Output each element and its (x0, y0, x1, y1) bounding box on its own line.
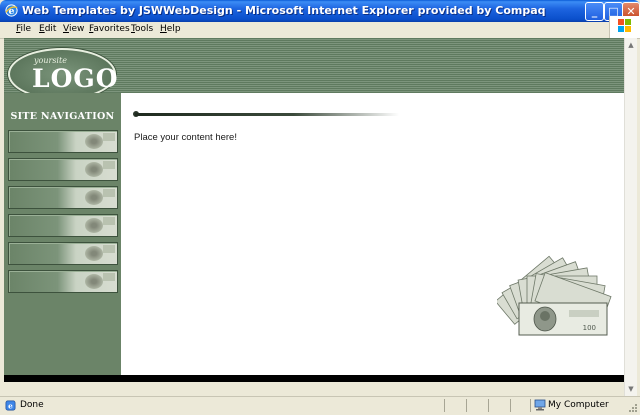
logo-text: LOGO (32, 64, 119, 93)
bill-portrait-icon (85, 218, 103, 233)
browser-viewport: yoursite LOGO SITE NAVIGATION Place your… (4, 38, 624, 382)
menu-edit[interactable]: Edit (39, 24, 56, 34)
window-title: Web Templates by JSWWebDesign - Microsof… (22, 4, 546, 17)
status-divider (488, 399, 489, 412)
bill-portrait-icon (85, 134, 103, 149)
page-header: yoursite LOGO (4, 38, 624, 100)
my-computer-icon (534, 399, 546, 411)
bill-number-icon (103, 161, 115, 169)
title-bar: e Web Templates by JSWWebDesign - Micros… (0, 0, 640, 22)
zone-text: My Computer (548, 400, 609, 410)
nav-title: SITE NAVIGATION (10, 111, 115, 122)
status-bar: e Done My Computer (0, 396, 640, 415)
money-fan-image: 100 (497, 255, 612, 336)
scroll-down-icon[interactable]: ▼ (626, 384, 636, 394)
main-content: Place your content here! 100 (121, 93, 624, 375)
menu-bar: File Edit View Favorites Tools Help (0, 22, 640, 39)
divider-line (135, 113, 399, 116)
status-divider (530, 399, 531, 412)
nav-button-5[interactable] (8, 242, 118, 265)
bill-portrait-icon (85, 246, 103, 261)
ie-logo-icon: e (5, 4, 18, 17)
status-divider (510, 399, 511, 412)
status-divider (466, 399, 467, 412)
status-divider (444, 399, 445, 412)
status-text: Done (20, 400, 44, 410)
content-text: Place your content here! (134, 132, 237, 143)
nav-button-6[interactable] (8, 270, 118, 293)
nav-button-1[interactable] (8, 130, 118, 153)
svg-text:100: 100 (583, 324, 596, 332)
resize-grip-icon[interactable] (628, 403, 638, 413)
menu-tools[interactable]: Tools (131, 24, 153, 34)
bill-number-icon (103, 217, 115, 225)
menu-favorites[interactable]: Favorites (89, 24, 130, 34)
bill-number-icon (103, 133, 115, 141)
scroll-up-icon[interactable]: ▲ (626, 40, 636, 50)
nav-button-4[interactable] (8, 214, 118, 237)
menu-file[interactable]: File (16, 24, 31, 34)
sidebar: SITE NAVIGATION (4, 93, 121, 375)
bill-number-icon (103, 189, 115, 197)
bill-number-icon (103, 273, 115, 281)
menu-view[interactable]: View (63, 24, 84, 34)
bill-portrait-icon (85, 190, 103, 205)
windows-flag-icon (609, 16, 640, 38)
nav-button-3[interactable] (8, 186, 118, 209)
bill-portrait-icon (85, 274, 103, 289)
nav-button-2[interactable] (8, 158, 118, 181)
page-done-icon: e (5, 400, 16, 411)
menu-help[interactable]: Help (160, 24, 181, 34)
bill-number-icon (103, 245, 115, 253)
minimize-button[interactable]: _ (585, 2, 604, 21)
svg-text:e: e (8, 401, 13, 410)
bill-portrait-icon (85, 162, 103, 177)
vertical-scrollbar[interactable]: ▲ ▼ (624, 38, 637, 396)
footer-band (4, 375, 624, 382)
